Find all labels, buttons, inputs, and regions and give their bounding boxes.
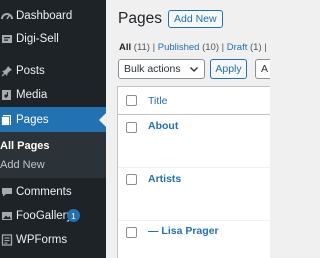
dashboard-icon [0,9,14,23]
menu-label-digi-sell: Digi-Sell [16,33,59,45]
menu-item-dashboard[interactable]: Dashboard [0,4,106,28]
add-new-button[interactable]: Add New [168,10,223,28]
pushpin-icon [0,64,14,78]
menu-label-pages: Pages [16,113,49,126]
comment-icon [0,185,14,199]
menu-item-wpforms[interactable]: WPForms [0,228,106,252]
filter-all[interactable]: All [119,42,131,53]
filter-separator: | [221,42,225,53]
pages-table: Title About Artists — Lisa Prager [117,86,270,258]
chevron-down-icon [190,67,198,72]
wpforms-icon [0,233,14,247]
table-row: About [118,115,270,167]
page-title-link[interactable]: — Lisa Prager [148,225,219,237]
bulk-actions-value: Bulk actions [124,63,181,75]
table-header-row: Title [118,87,270,115]
menu-item-comments[interactable]: Comments [0,180,106,204]
menu-label-dashboard: Dashboard [16,10,73,22]
select-all-checkbox[interactable] [126,95,137,106]
menu-label-comments: Comments [16,186,72,198]
title-column-header[interactable]: Title [148,95,167,107]
row-checkbox[interactable] [126,174,137,185]
table-row: Artists [118,168,270,220]
submenu-add-new[interactable]: Add New [0,159,45,171]
filter-separator: | [152,42,156,53]
submenu-all-pages[interactable]: All Pages [0,140,50,152]
digi-sell-icon [0,32,14,46]
filter-published-count: (10) [202,42,220,53]
filter-draft-count: (1) [250,42,262,53]
bulk-actions-select[interactable]: Bulk actions [118,59,205,79]
menu-item-posts[interactable]: Posts [0,59,106,83]
filter-draft[interactable]: Draft [227,42,248,53]
page-title-link[interactable]: Artists [148,173,181,185]
menu-label-posts: Posts [16,65,45,77]
filter-separator: | [264,42,267,53]
row-checkbox[interactable] [126,122,137,133]
notification-badge: 1 [67,209,80,222]
media-icon [0,88,14,102]
main-content: Pages Add New All (11) | Published (10) … [106,0,270,258]
menu-item-media[interactable]: Media [0,83,106,107]
page-title-link[interactable]: About [148,120,178,132]
filter-all-count: (11) [133,42,150,53]
menu-label-foogallery: FooGallery [16,210,73,222]
current-menu-arrow-icon [99,112,106,127]
admin-sidebar: Dashboard Digi-Sell Posts Media Pages Al… [0,0,106,258]
apply-button[interactable]: Apply [210,59,247,79]
page-title: Pages [118,10,162,27]
row-checkbox[interactable] [126,227,137,238]
menu-label-media: Media [16,89,48,101]
menu-item-digi-sell[interactable]: Digi-Sell [0,27,106,51]
table-row: — Lisa Prager [118,221,270,258]
gallery-icon [0,209,14,223]
date-filter-select[interactable]: A [255,59,270,79]
filter-published[interactable]: Published [158,42,200,53]
menu-item-foogallery[interactable]: FooGallery 1 [0,204,106,228]
menu-item-pages[interactable]: Pages [0,107,106,132]
menu-label-wpforms: WPForms [16,234,68,246]
pages-submenu: All Pages Add New [0,132,106,178]
pages-icon [0,113,14,127]
status-filter-links: All (11) | Published (10) | Draft (1) | [119,42,267,53]
